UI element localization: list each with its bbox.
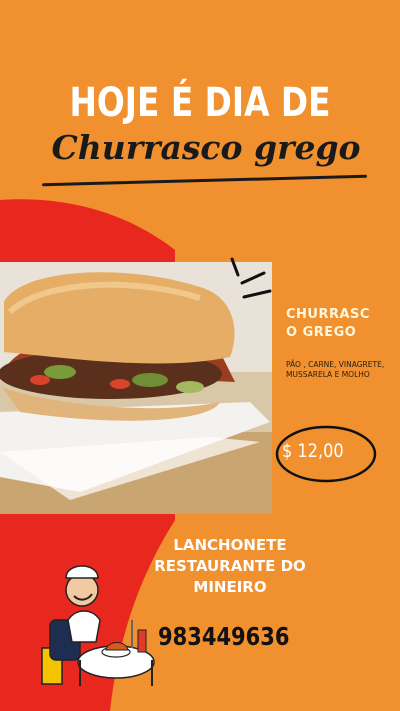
price: $ 12,00 — [282, 440, 344, 462]
flyer: HOJE É DIA DE Churrasco grego CHURRASC O… — [0, 0, 400, 711]
sparkle-lines-icon — [230, 257, 272, 299]
product-description: PÃO , CARNE, VINAGRETE, MUSSARELA E MOLH… — [286, 360, 385, 379]
chef-illustration — [41, 565, 155, 686]
product-name-line-1: CHURRASC — [286, 307, 370, 322]
restaurant-name: LANCHONETE RESTAURANTE DO MINEIRO — [154, 536, 306, 596]
product-name: CHURRASC O GREGO — [286, 306, 386, 342]
phone-number: 983449636 — [158, 622, 290, 651]
headline: HOJE É DIA DE — [69, 80, 331, 126]
subheadline: Churrasco grego — [51, 128, 361, 167]
product-name-line-2: O GREGO — [286, 325, 357, 340]
